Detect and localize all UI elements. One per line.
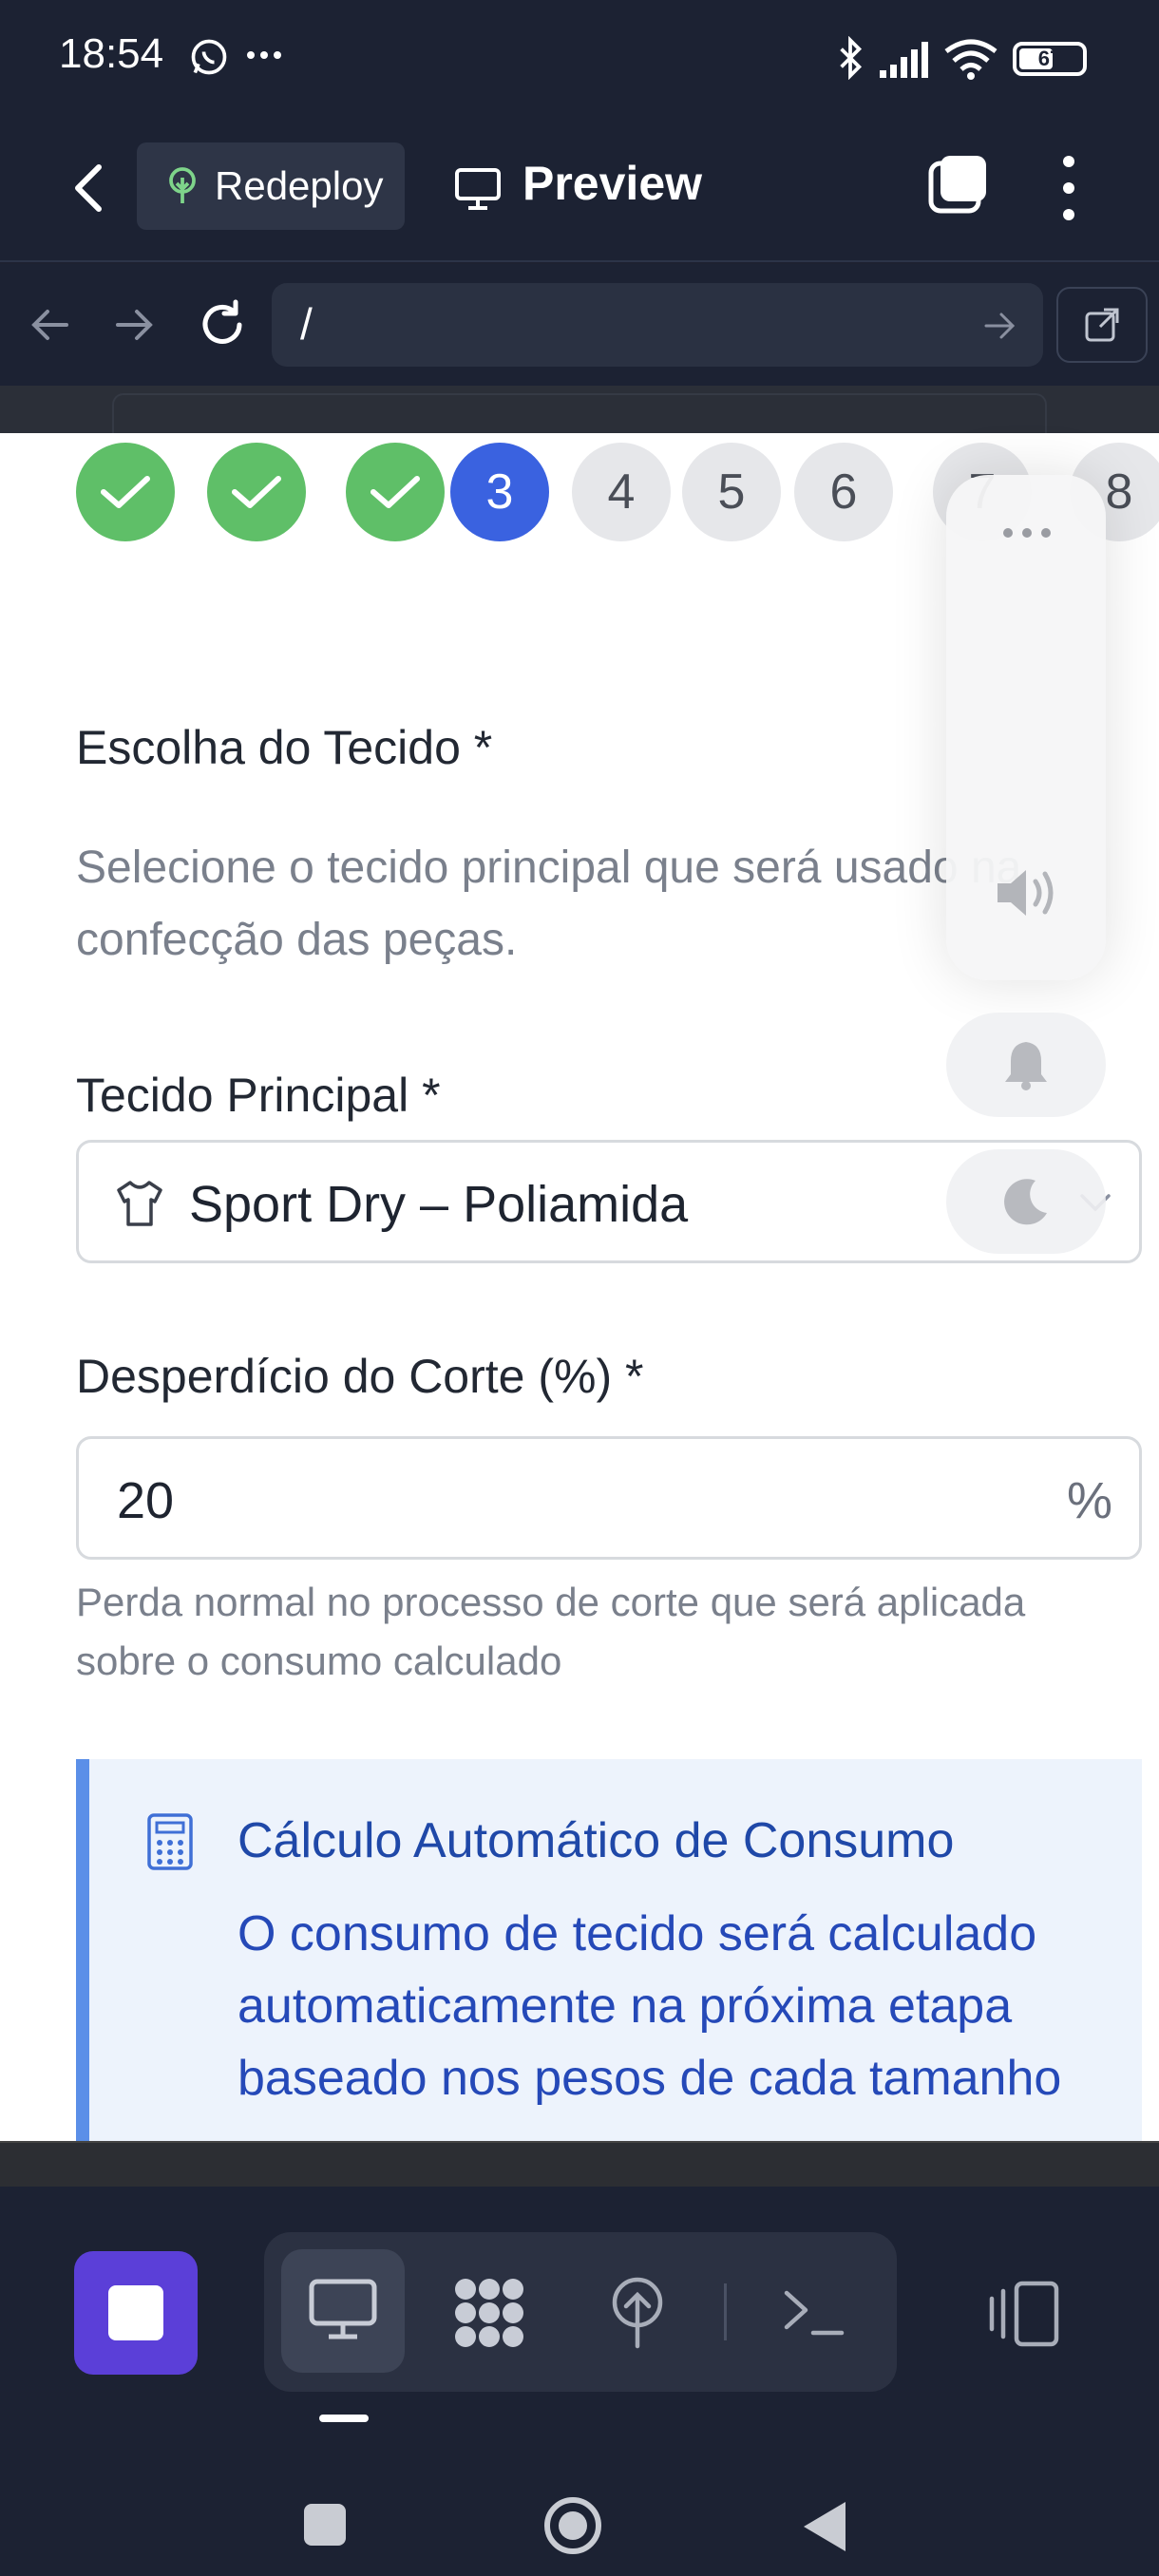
- step-4[interactable]: 4: [572, 443, 671, 541]
- wifi-icon: [944, 39, 998, 80]
- stop-icon: [108, 2285, 163, 2340]
- url-input[interactable]: /: [272, 283, 1043, 367]
- tree-icon: [169, 167, 196, 203]
- fabric-label: Tecido Principal *: [76, 1069, 441, 1122]
- bottom-toolbar: [0, 2187, 1159, 2415]
- view-switcher: [264, 2232, 897, 2392]
- battery-icon: 67: [1013, 42, 1087, 76]
- page-bottom-edge: [0, 2141, 1159, 2187]
- step-5[interactable]: 5: [682, 443, 781, 541]
- battery-level: 67: [1037, 47, 1062, 70]
- check-icon: [232, 476, 281, 508]
- reload-icon[interactable]: [196, 298, 249, 351]
- gesture-pill: [319, 2415, 369, 2422]
- more-notifications-icon: [247, 51, 281, 59]
- terminal-icon[interactable]: [783, 2285, 846, 2339]
- url-path: /: [300, 299, 313, 349]
- info-title: Cálculo Automático de Consumo: [238, 1813, 955, 1868]
- speaker-icon[interactable]: [994, 864, 1060, 921]
- redeploy-button[interactable]: Redeploy: [137, 142, 405, 230]
- toolbar-divider: [724, 2283, 727, 2340]
- check-icon: [370, 476, 420, 508]
- step-3[interactable]: 3: [450, 443, 549, 541]
- waste-hint: Perda normal no processo de corte que se…: [76, 1580, 1026, 1683]
- check-icon: [101, 476, 150, 508]
- moon-icon: [1004, 1179, 1047, 1225]
- bluetooth-icon: [840, 36, 863, 80]
- monitor-icon: [455, 168, 501, 210]
- more-vertical-icon[interactable]: [1056, 154, 1081, 222]
- browser-forward-icon[interactable]: [114, 304, 156, 346]
- waste-input[interactable]: 20 %: [76, 1436, 1142, 1560]
- recents-icon[interactable]: [302, 2502, 348, 2548]
- monitor-icon: [309, 2279, 377, 2339]
- go-arrow-icon[interactable]: [984, 310, 1016, 342]
- deploy-icon[interactable]: [606, 2276, 669, 2350]
- shirt-icon: [117, 1181, 162, 1226]
- section-description: Selecione o tecido principal que será us…: [76, 843, 1022, 965]
- step-2[interactable]: [207, 443, 306, 541]
- external-link-icon: [1085, 308, 1119, 342]
- system-nav-bar: [0, 2415, 1159, 2576]
- page-edge: [0, 386, 1159, 433]
- section-title: Escolha do Tecido *: [76, 721, 493, 774]
- open-external-button[interactable]: [1056, 287, 1148, 363]
- signal-icon: [880, 42, 928, 78]
- notification-toggle[interactable]: [946, 1013, 1106, 1117]
- status-bar: 18:54 67: [0, 0, 1159, 114]
- whatsapp-icon: [191, 39, 227, 75]
- more-horizontal-icon[interactable]: [1001, 526, 1053, 540]
- calculator-icon: [147, 1813, 193, 1870]
- preview-view-button[interactable]: [281, 2249, 405, 2373]
- dark-mode-toggle[interactable]: [946, 1149, 1106, 1254]
- tabs-icon[interactable]: [927, 152, 990, 215]
- preview-tab[interactable]: Preview: [522, 156, 702, 211]
- volume-panel[interactable]: [946, 475, 1106, 980]
- stop-button[interactable]: [74, 2251, 198, 2375]
- browser-back-icon[interactable]: [28, 304, 70, 346]
- waste-value: 20: [117, 1472, 175, 1529]
- frame-outline: [112, 393, 1047, 433]
- step-6[interactable]: 6: [794, 443, 893, 541]
- home-icon[interactable]: [542, 2494, 604, 2557]
- workflow-icon[interactable]: [450, 2274, 528, 2352]
- step-1[interactable]: [76, 443, 175, 541]
- fabric-value: Sport Dry – Poliamida: [189, 1176, 689, 1233]
- app-header: Redeploy Preview: [0, 114, 1159, 262]
- percent-suffix: %: [1067, 1472, 1113, 1529]
- redeploy-label: Redeploy: [215, 163, 384, 208]
- browser-bar: /: [0, 264, 1159, 386]
- clock: 18:54: [59, 30, 164, 77]
- info-body: O consumo de tecido será calculado autom…: [238, 1906, 1062, 2106]
- info-callout: Cálculo Automático de Consumo O consumo …: [76, 1759, 1142, 2141]
- back-icon[interactable]: [800, 2498, 849, 2555]
- back-arrow-icon[interactable]: [68, 161, 110, 215]
- split-view-icon[interactable]: [988, 2280, 1060, 2348]
- waste-label: Desperdício do Corte (%) *: [76, 1350, 644, 1403]
- bell-icon: [1005, 1042, 1047, 1090]
- step-2b[interactable]: [346, 443, 445, 541]
